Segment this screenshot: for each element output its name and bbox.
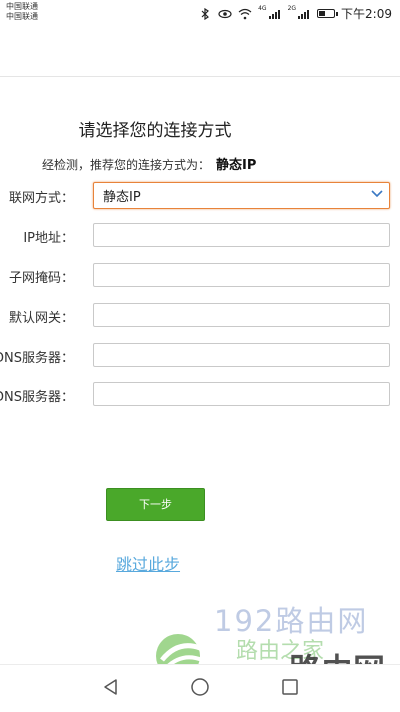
page-title: 请选择您的连接方式	[78, 121, 232, 141]
connection-type-value: 静态IP	[103, 190, 141, 205]
signal-2g-label: 2G	[287, 5, 297, 12]
carrier-2: 中国联通	[6, 12, 38, 21]
eye-icon	[218, 9, 232, 18]
form-row-connection-type: 联网方式： 静态IP	[0, 182, 400, 209]
system-nav-bar	[0, 664, 400, 712]
subnet-mask-input[interactable]	[93, 263, 390, 287]
form-row-default-gateway: 默认网关：	[0, 303, 400, 329]
recommendation: 经检测，推荐您的连接方式为： 静态IP	[42, 154, 256, 173]
carrier-1: 中国联通	[6, 2, 38, 11]
chevron-down-icon	[371, 190, 383, 198]
signal-4g-label: 4G	[258, 5, 267, 12]
signal-icon-2	[298, 9, 310, 19]
dns-primary-input[interactable]	[93, 343, 390, 367]
ip-address-label: IP地址：	[23, 231, 74, 246]
form-row-ip-address: IP地址：	[0, 223, 400, 249]
clock: 下午2:09	[341, 7, 392, 21]
dns-secondary-input[interactable]	[93, 382, 390, 406]
recommendation-value: 静态IP	[216, 158, 257, 173]
connection-type-select[interactable]: 静态IP	[93, 182, 390, 209]
skip-step-link[interactable]: 跳过此步	[116, 551, 180, 575]
default-gateway-label: 默认网关：	[8, 311, 74, 326]
carrier-names: 中国联通 中国联通	[6, 2, 38, 22]
dns-primary-label: DNS服务器：	[0, 351, 74, 366]
ip-address-input[interactable]	[93, 223, 390, 247]
wifi-icon	[238, 8, 252, 19]
recommendation-text: 经检测，推荐您的连接方式为：	[42, 158, 211, 172]
dns-secondary-label: DNS服务器：	[0, 390, 74, 405]
home-icon[interactable]	[190, 677, 210, 697]
subnet-mask-label: 子网掩码：	[8, 271, 74, 286]
form-row-dns-primary: DNS服务器：	[0, 343, 400, 369]
form-row-subnet-mask: 子网掩码：	[0, 263, 400, 289]
app-header	[0, 26, 400, 77]
next-step-button[interactable]: 下一步	[106, 488, 205, 521]
bluetooth-icon	[201, 7, 210, 20]
back-icon[interactable]	[101, 677, 121, 697]
signal-icon	[268, 9, 280, 19]
battery-icon	[317, 9, 339, 18]
status-bar: 中国联通 中国联通 4G 2G 下午2:09	[0, 0, 400, 26]
default-gateway-input[interactable]	[93, 303, 390, 327]
recents-icon[interactable]	[280, 677, 300, 697]
form-row-dns-secondary: DNS服务器：	[0, 382, 400, 408]
connection-type-label: 联网方式：	[8, 191, 74, 206]
status-icons: 4G 2G 下午2:09	[198, 5, 392, 22]
